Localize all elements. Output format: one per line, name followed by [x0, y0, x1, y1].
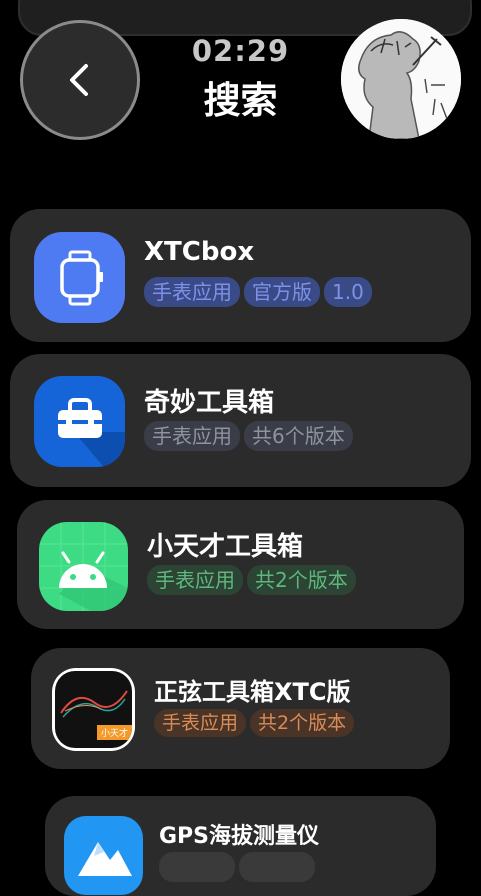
app-name: 正弦工具箱XTC版 — [154, 678, 351, 706]
result-card[interactable]: 奇妙工具箱 手表应用 共6个版本 — [10, 354, 471, 487]
app-name: 奇妙工具箱 — [144, 388, 275, 418]
avatar-sketch-image — [341, 19, 461, 139]
app-name: GPS海拔测量仪 — [159, 824, 320, 849]
tag: 共2个版本 — [247, 565, 356, 595]
tag: 手表应用 — [154, 709, 247, 737]
tag-list: 手表应用 官方版 1.0 — [144, 277, 372, 307]
tag: 共6个版本 — [244, 421, 353, 451]
tag: 官方版 — [244, 277, 320, 307]
toolbox-icon — [34, 376, 125, 467]
result-card[interactable]: 小天才 正弦工具箱XTC版 手表应用 共2个版本 — [31, 648, 450, 769]
tag: 手表应用 — [144, 277, 240, 307]
tag — [159, 852, 235, 882]
android-icon — [39, 522, 128, 611]
tag-list: 手表应用 共2个版本 — [154, 709, 355, 737]
tag — [239, 852, 315, 882]
icon-badge: 小天才 — [96, 725, 132, 740]
watch-icon — [34, 232, 125, 323]
tag: 手表应用 — [147, 565, 243, 595]
result-card[interactable]: 小天才工具箱 手表应用 共2个版本 — [17, 500, 464, 629]
tag: 1.0 — [324, 277, 372, 307]
result-card[interactable]: GPS海拔测量仪 — [45, 796, 436, 896]
sine-wave-icon: 小天才 — [52, 668, 135, 751]
result-card[interactable]: XTCbox 手表应用 官方版 1.0 — [10, 209, 471, 342]
tag-list: 手表应用 共6个版本 — [144, 421, 353, 451]
tag: 手表应用 — [144, 421, 240, 451]
tag-list: 手表应用 共2个版本 — [147, 565, 356, 595]
tag: 共2个版本 — [250, 709, 355, 737]
tag-list — [159, 852, 315, 882]
mountain-icon — [64, 816, 143, 895]
app-name: 小天才工具箱 — [147, 532, 304, 562]
avatar[interactable] — [341, 19, 461, 139]
app-name: XTCbox — [144, 237, 255, 267]
